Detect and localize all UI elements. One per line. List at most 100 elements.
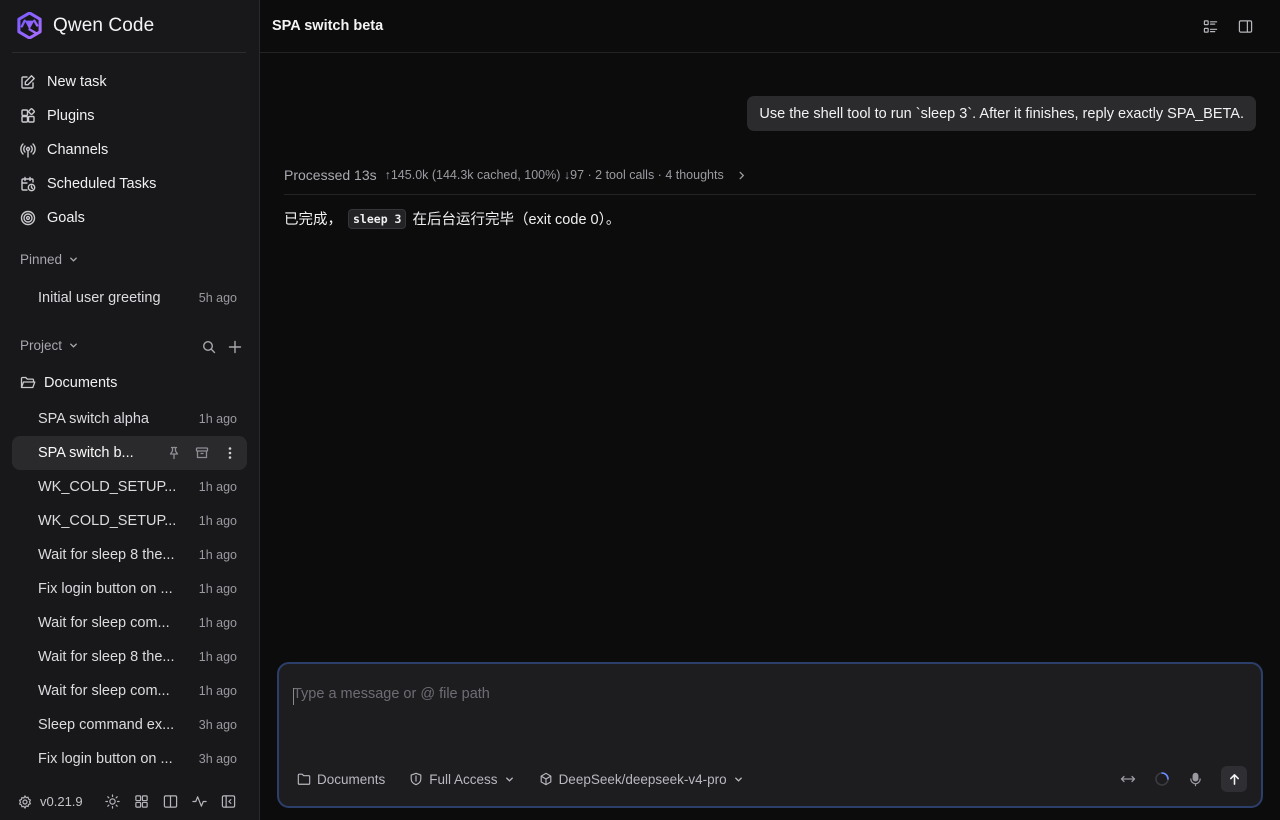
chip-label: Full Access [429,771,498,787]
chevron-down-icon [504,774,515,785]
app-name: Qwen Code [53,14,155,36]
project-actions [202,340,242,354]
nav-label: Channels [47,142,109,158]
page-title: SPA switch beta [272,18,384,34]
target-icon [20,210,36,226]
session-title: Sleep command ex... [38,717,175,733]
session-time: 5h ago [198,291,237,305]
session-title: WK_COLD_SETUP... [38,479,177,495]
sidebar: Qwen Code New task Plugins Channels Sche… [0,0,260,820]
more-vertical-icon[interactable] [223,446,237,460]
pin-icon[interactable] [167,446,181,460]
settings-gear-icon[interactable] [18,794,32,809]
session-time: 1h ago [198,616,237,630]
section-label: Project [20,338,63,353]
microphone-icon[interactable] [1188,772,1203,787]
edit-icon [20,74,36,90]
collapse-sidebar-icon[interactable] [221,794,236,809]
nav-goals[interactable]: Goals [12,201,247,235]
task-list-icon[interactable] [1203,19,1218,34]
session-title: Initial user greeting [38,290,161,306]
session-item[interactable]: Fix login button on ... 1h ago [12,572,247,606]
session-item[interactable]: Wait for sleep 8 the... 1h ago [12,538,247,572]
sun-icon[interactable] [104,794,120,809]
chevron-down-icon [733,774,744,785]
user-message-text: Use the shell tool to run `sleep 3`. Aft… [759,105,1244,122]
composer-right-actions [1120,766,1247,792]
session-item-active[interactable]: SPA switch b... [12,436,247,470]
message-composer: Documents Full Access DeepSeek/deepseek-… [277,662,1263,808]
qwen-logo-icon [16,12,43,39]
primary-nav: New task Plugins Channels Scheduled Task… [12,65,247,235]
nav-label: New task [47,74,107,90]
session-time: 1h ago [198,650,237,664]
session-item[interactable]: Wait for sleep com... 1h ago [12,674,247,708]
session-title: Wait for sleep 8 the... [38,547,175,563]
plus-icon[interactable] [228,340,242,354]
session-item[interactable]: Wait for sleep 8 the... 1h ago [12,640,247,674]
session-item[interactable]: SPA switch alpha 1h ago [12,402,247,436]
inline-code: sleep 3 [348,208,407,229]
session-item[interactable]: WK_COLD_SETUP... 1h ago [12,470,247,504]
model-selector-dropdown[interactable]: DeepSeek/deepseek-v4-pro [539,772,744,787]
grid-icon[interactable] [134,794,149,809]
project-section-toggle[interactable]: Project [20,338,79,353]
split-view-icon[interactable] [163,794,178,809]
archive-icon[interactable] [195,446,209,460]
session-time: 3h ago [198,752,237,766]
session-time: 1h ago [198,412,237,426]
shield-icon [409,772,423,786]
session-title: Wait for sleep com... [38,615,170,631]
section-label: Pinned [20,252,63,267]
nav-plugins[interactable]: Plugins [12,99,247,133]
session-time: 1h ago [198,684,237,698]
nav-label: Goals [47,210,85,226]
session-item[interactable]: WK_COLD_SETUP... 1h ago [12,504,247,538]
header-actions [1203,19,1253,34]
broadcast-icon [20,142,36,158]
plugins-icon [20,108,36,124]
session-time: 3h ago [198,718,237,732]
message-input[interactable] [293,686,1193,702]
reply-text: 已完成， [284,212,342,228]
sidebar-footer: v0.21.9 [0,783,259,820]
activity-icon[interactable] [191,794,207,809]
session-item[interactable]: Fix login button on ... 3h ago [12,742,247,776]
text-caret [293,688,294,705]
expand-horizontal-icon[interactable] [1120,771,1136,787]
nav-scheduled-tasks[interactable]: Scheduled Tasks [12,167,247,201]
session-title: SPA switch b... [38,445,134,461]
session-time: 1h ago [198,514,237,528]
user-message-bubble: Use the shell tool to run `sleep 3`. Aft… [747,96,1256,131]
pinned-item[interactable]: Initial user greeting 5h ago [12,281,247,315]
chevron-down-icon [68,254,79,265]
session-time: 1h ago [198,480,237,494]
chevron-down-icon [68,340,79,351]
footer-tools [104,794,236,809]
chip-label: DeepSeek/deepseek-v4-pro [558,771,727,787]
session-time: 1h ago [198,582,237,596]
search-icon[interactable] [202,340,216,354]
divider [12,52,246,53]
workspace-folder-button[interactable]: Documents [297,772,385,787]
session-item[interactable]: Wait for sleep com... 1h ago [12,606,247,640]
folder-icon [297,772,311,786]
chevron-right-icon [736,170,747,181]
nav-channels[interactable]: Channels [12,133,247,167]
toggle-panel-icon[interactable] [1238,19,1253,34]
brand[interactable]: Qwen Code [16,12,154,39]
session-title: Wait for sleep 8 the... [38,649,175,665]
pinned-section-toggle[interactable]: Pinned [20,252,79,267]
access-mode-dropdown[interactable]: Full Access [409,772,514,787]
session-title: Wait for sleep com... [38,683,170,699]
processed-meta: ↑145.0k (144.3k cached, 100%) ↓97 · 2 to… [384,168,724,182]
send-button[interactable] [1221,766,1247,792]
session-title: SPA switch alpha [38,411,149,427]
project-folder[interactable]: Documents [20,375,117,391]
processed-summary[interactable]: Processed 13s ↑145.0k (144.3k cached, 10… [284,167,1256,195]
session-time: 1h ago [198,548,237,562]
reply-text: 在后台运行完毕（exit code 0）。 [412,212,621,228]
session-title: Fix login button on ... [38,751,173,767]
session-item[interactable]: Sleep command ex... 3h ago [12,708,247,742]
nav-new-task[interactable]: New task [12,65,247,99]
